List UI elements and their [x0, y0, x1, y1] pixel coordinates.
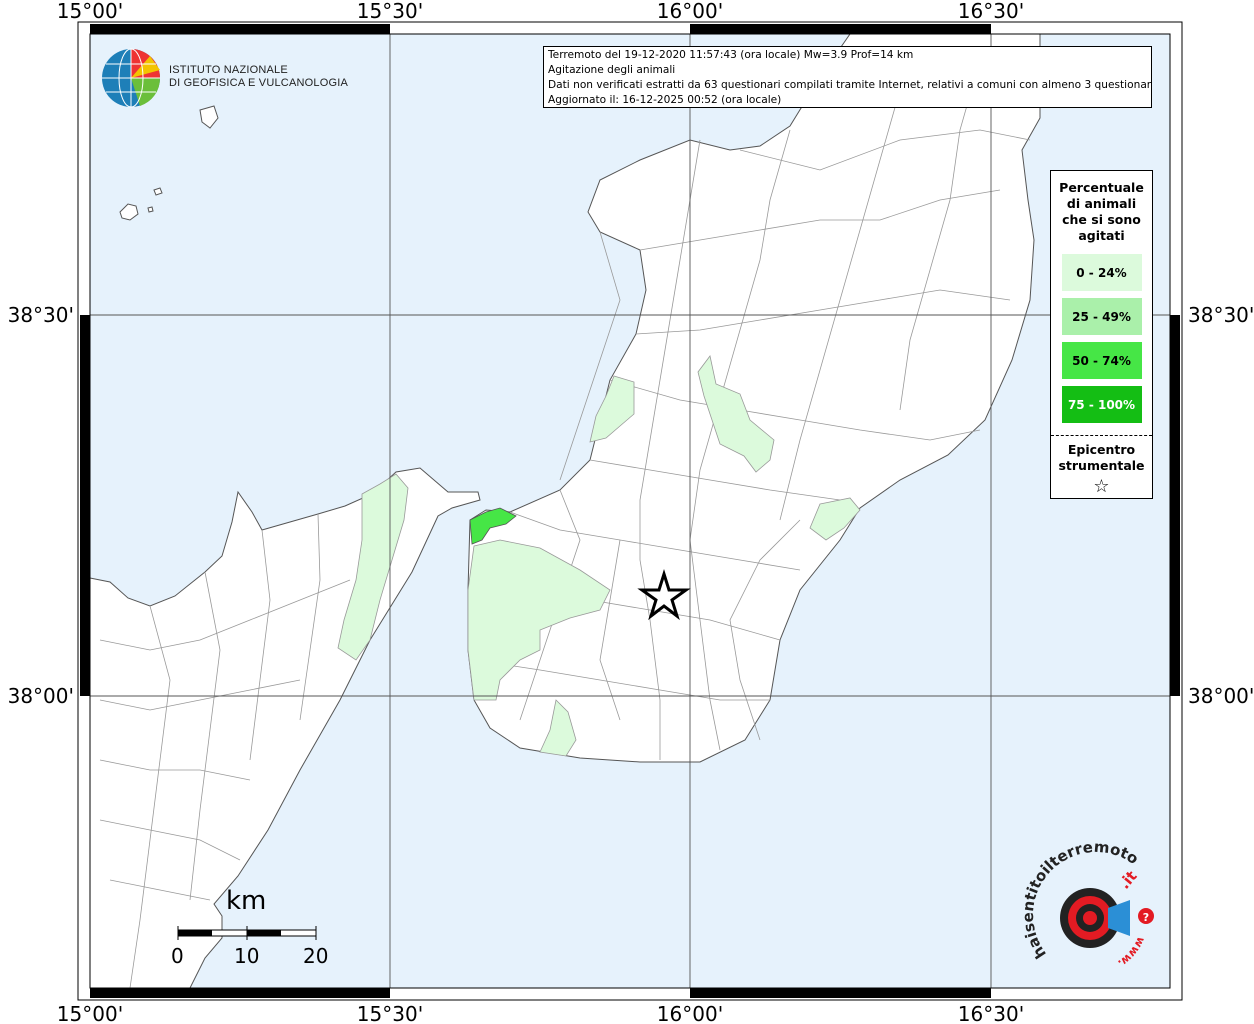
- lon-label-top: 15°30': [357, 0, 423, 23]
- island: [147, 206, 154, 213]
- legend-item: 50 - 74%: [1061, 342, 1142, 379]
- legend-item: 0 - 24%: [1061, 254, 1142, 291]
- legend-item: 75 - 100%: [1061, 386, 1142, 423]
- event-line: Terremoto del 19-12-2020 11:57:43 (ora l…: [548, 49, 914, 61]
- scale-tick: 20: [303, 944, 329, 968]
- lon-label-bottom: 15°00': [57, 1002, 123, 1024]
- scale-unit: km: [226, 886, 267, 916]
- scale-tick: 10: [234, 944, 260, 968]
- lon-label-top: 15°00': [57, 0, 123, 23]
- svg-text:?: ?: [1143, 911, 1149, 924]
- lat-label-left: 38°00': [8, 684, 74, 708]
- legend-title: Percentuale di animali che si sono agita…: [1059, 180, 1144, 243]
- lon-label-bottom: 16°00': [657, 1002, 723, 1024]
- data-note: Dati non verificati estratti da 63 quest…: [548, 79, 1152, 91]
- star-icon: ☆: [1093, 476, 1110, 497]
- ingv-logo-text: ISTITUTO NAZIONALE DI GEOFISICA E VULCAN…: [169, 64, 348, 90]
- lon-label-top: 16°00': [657, 0, 723, 23]
- lat-label-left: 38°30': [8, 303, 74, 327]
- scale-tick: 0: [171, 944, 184, 968]
- ingv-line1: ISTITUTO NAZIONALE: [169, 64, 288, 76]
- legend: Percentuale di animali che si sono agita…: [1050, 170, 1153, 499]
- legend-epicenter-label: Epicentro strumentale: [1058, 442, 1145, 473]
- map-subject: Agitazione degli animali: [548, 64, 676, 76]
- lon-label-bottom: 15°30': [357, 1002, 423, 1024]
- event-info-box: Terremoto del 19-12-2020 11:57:43 (ora l…: [543, 46, 1152, 108]
- lon-label-bottom: 16°30': [958, 1002, 1024, 1024]
- updated-timestamp: Aggiornato il: 16-12-2025 00:52 (ora loc…: [548, 94, 782, 106]
- ingv-line2: DI GEOFISICA E VULCANOLOGIA: [169, 77, 348, 89]
- legend-item: 25 - 49%: [1061, 298, 1142, 335]
- ingv-globe-icon: [102, 48, 161, 108]
- lat-label-right: 38°30': [1188, 303, 1254, 327]
- map: 15°00' 15°30' 16°00' 16°30' 15°00' 15°30…: [8, 0, 1254, 1024]
- lon-label-top: 16°30': [958, 0, 1024, 23]
- lat-label-right: 38°00': [1188, 684, 1254, 708]
- legend-divider: [1051, 435, 1152, 436]
